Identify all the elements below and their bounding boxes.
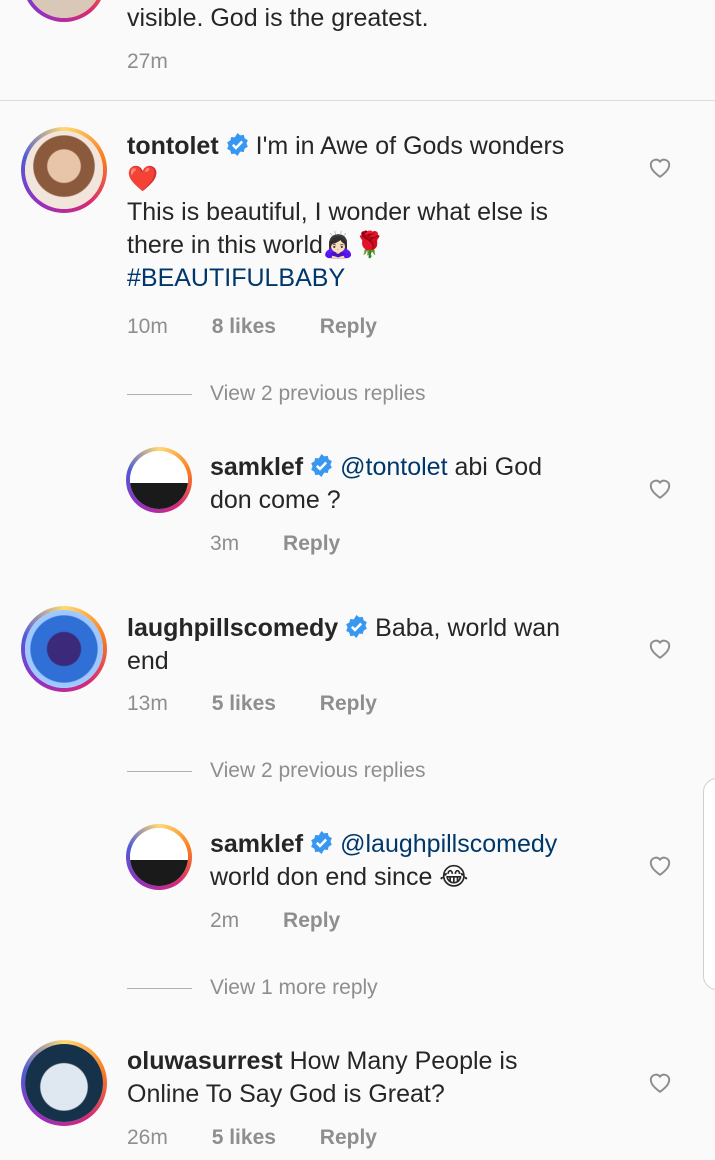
likes-count[interactable]: 5 likes — [212, 692, 276, 715]
comment-meta: 10m 8 likes Reply — [127, 313, 377, 341]
comment-line: don come ? — [210, 486, 341, 514]
view-previous-replies[interactable]: View 2 previous replies — [210, 759, 426, 783]
heart-outline-icon[interactable] — [647, 155, 673, 179]
replies-divider — [127, 394, 192, 395]
avatar-samklef[interactable] — [126, 824, 192, 890]
comment-time: 27m — [127, 50, 168, 73]
avatar-partial[interactable] — [22, 0, 106, 22]
comment-oluwasurrest: oluwasurrest How Many People is Online T… — [127, 1045, 627, 1111]
comment-time: 10m — [127, 315, 168, 338]
view-more-replies[interactable]: View 1 more reply — [210, 976, 378, 1000]
heart-outline-icon[interactable] — [647, 1070, 673, 1094]
avatar-samklef[interactable] — [126, 447, 192, 513]
comment-time: 26m — [127, 1126, 168, 1149]
verified-badge-icon — [311, 454, 332, 477]
comment-line: I'm in Awe of Gods wonders — [255, 132, 565, 160]
heart-emoji: ❤️ — [127, 165, 159, 193]
comment-time: 2m — [210, 909, 240, 932]
comment-tontolet: tontolet I'm in Awe of Gods wonders ❤️ Th… — [127, 130, 627, 295]
divider — [0, 100, 715, 101]
reply-button[interactable]: Reply — [320, 1126, 377, 1149]
username[interactable]: oluwasurrest — [127, 1047, 283, 1075]
avatar-tontolet[interactable] — [21, 127, 107, 213]
comment-line: end — [127, 647, 169, 675]
reply-samklef: samklef @tontolet abi God don come ? — [210, 451, 630, 517]
reply-button[interactable]: Reply — [283, 532, 340, 555]
avatar-oluwasurrest[interactable] — [21, 1040, 107, 1126]
scroll-handle[interactable] — [703, 778, 715, 990]
comment-line: world don end since 😂 — [210, 863, 469, 891]
mention-link[interactable]: @laughpillscomedy — [340, 830, 557, 858]
comment-line: This is beautiful, I wonder what else is — [127, 198, 549, 226]
comment-line: abi God — [454, 453, 543, 481]
reply-meta: 2m Reply — [210, 907, 340, 935]
mention-link[interactable]: @tontolet — [340, 453, 447, 481]
verified-badge-icon — [226, 133, 248, 156]
reply-button[interactable]: Reply — [320, 692, 377, 715]
heart-outline-icon[interactable] — [647, 853, 673, 877]
heart-outline-icon[interactable] — [647, 476, 673, 500]
comment-line: Online To Say God is Great? — [127, 1080, 445, 1108]
heart-outline-icon[interactable] — [647, 636, 673, 660]
comment-meta: 26m 5 likes Reply — [127, 1124, 377, 1152]
comment-text: visible. God is the greatest. — [127, 4, 429, 32]
replies-divider — [127, 988, 192, 989]
comment-line: Baba, world wan — [375, 614, 560, 642]
username[interactable]: laughpillscomedy — [127, 614, 338, 642]
verified-badge-icon — [311, 831, 332, 854]
comment-meta: 13m 5 likes Reply — [127, 690, 377, 718]
verified-badge-icon — [346, 615, 367, 638]
reply-samklef: samklef @laughpillscomedy world don end s… — [210, 828, 630, 894]
comment-time: 13m — [127, 692, 168, 715]
username[interactable]: samklef — [210, 453, 303, 481]
comment-line: How Many People is — [289, 1047, 518, 1075]
view-previous-replies[interactable]: View 2 previous replies — [210, 382, 426, 406]
avatar-laughpillscomedy[interactable] — [21, 606, 107, 692]
reply-button[interactable]: Reply — [283, 909, 340, 932]
username[interactable]: tontolet — [127, 132, 219, 160]
likes-count[interactable]: 8 likes — [212, 315, 276, 338]
likes-count[interactable]: 5 likes — [212, 1126, 276, 1149]
comment-laughpillscomedy: laughpillscomedy Baba, world wan end — [127, 612, 627, 678]
replies-divider — [127, 771, 192, 772]
comment-time: 3m — [210, 532, 240, 555]
reply-meta: 3m Reply — [210, 530, 340, 558]
username[interactable]: samklef — [210, 830, 303, 858]
reply-button[interactable]: Reply — [320, 315, 377, 338]
hashtag-link[interactable]: #BEAUTIFULBABY — [127, 264, 345, 292]
comment-line: there in this world🙇🏻‍♀️🌹 — [127, 231, 386, 259]
